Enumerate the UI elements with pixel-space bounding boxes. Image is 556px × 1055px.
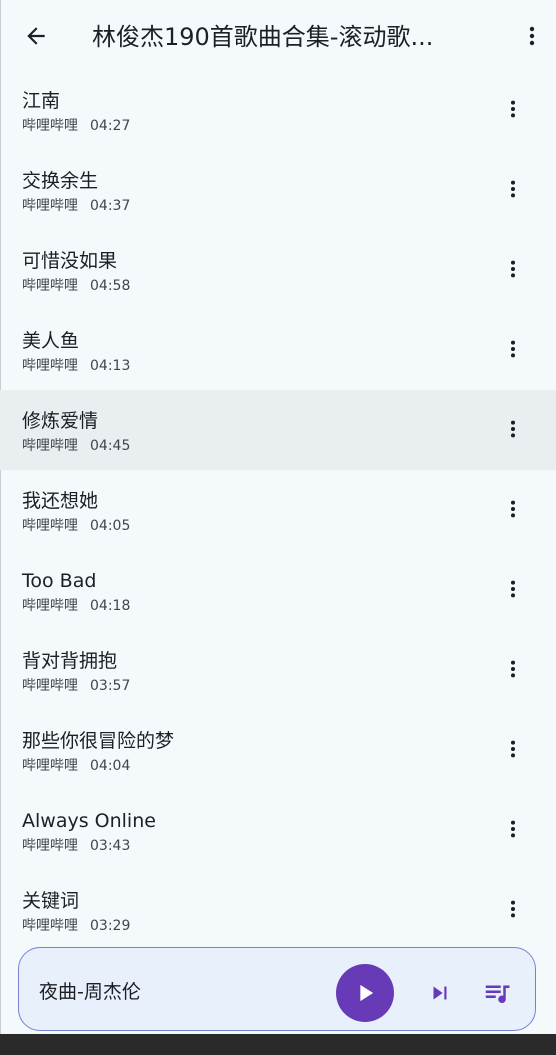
back-button[interactable] bbox=[16, 16, 56, 56]
system-navigation-bar bbox=[0, 1034, 556, 1055]
song-list-item[interactable]: 我还想她哔哩哔哩 04:05 bbox=[0, 470, 556, 550]
more-vert-icon bbox=[510, 500, 516, 518]
play-button[interactable] bbox=[336, 964, 394, 1022]
song-meta: 哔哩哔哩 04:05 bbox=[22, 517, 130, 535]
song-title: Too Bad bbox=[22, 570, 97, 592]
song-title: 那些你很冒险的梦 bbox=[22, 730, 175, 752]
song-list-item[interactable]: 美人鱼哔哩哔哩 04:13 bbox=[0, 310, 556, 390]
song-list-item[interactable]: 修炼爱情哔哩哔哩 04:45 bbox=[0, 390, 556, 470]
song-title: 关键词 bbox=[22, 890, 80, 912]
song-more-button[interactable] bbox=[496, 172, 530, 206]
song-artist: 哔哩哔哩 bbox=[22, 918, 78, 934]
queue-button[interactable] bbox=[479, 976, 515, 1010]
song-list-item[interactable]: 那些你很冒险的梦哔哩哔哩 04:04 bbox=[0, 710, 556, 790]
song-artist: 哔哩哔哩 bbox=[22, 438, 78, 454]
queue-music-icon bbox=[485, 985, 510, 1004]
song-meta: 哔哩哔哩 03:29 bbox=[22, 917, 130, 935]
skip-next-button[interactable] bbox=[423, 976, 457, 1010]
song-duration: 04:58 bbox=[90, 278, 131, 294]
song-more-button[interactable] bbox=[496, 492, 530, 526]
song-duration: 04:37 bbox=[90, 198, 131, 214]
song-list-item[interactable]: 江南哔哩哔哩 04:27 bbox=[0, 70, 556, 150]
song-more-button[interactable] bbox=[496, 652, 530, 686]
song-meta: 哔哩哔哩 04:27 bbox=[22, 117, 130, 135]
song-artist: 哔哩哔哩 bbox=[22, 598, 78, 614]
now-playing-title: 夜曲-周杰伦 bbox=[39, 981, 141, 1003]
song-duration: 03:43 bbox=[90, 838, 131, 854]
play-icon bbox=[360, 984, 374, 1002]
song-meta: 哔哩哔哩 04:45 bbox=[22, 437, 130, 455]
more-vert-icon bbox=[510, 660, 516, 678]
song-artist: 哔哩哔哩 bbox=[22, 758, 78, 774]
song-list-item[interactable]: 交换余生哔哩哔哩 04:37 bbox=[0, 150, 556, 230]
song-more-button[interactable] bbox=[496, 92, 530, 126]
app-bar: 林俊杰190首歌曲合集-滚动歌... bbox=[0, 0, 556, 68]
song-list-item[interactable]: Too Bad 哔哩哔哩 04:18 bbox=[0, 550, 556, 630]
song-list-item[interactable]: 可惜没如果哔哩哔哩 04:58 bbox=[0, 230, 556, 310]
song-duration: 04:13 bbox=[90, 358, 131, 374]
more-vert-icon bbox=[510, 420, 516, 438]
song-duration: 04:05 bbox=[90, 518, 131, 534]
more-vert-icon bbox=[510, 580, 516, 598]
skip-next-icon bbox=[433, 986, 447, 1000]
more-vert-icon bbox=[510, 740, 516, 758]
song-title: 美人鱼 bbox=[22, 330, 80, 352]
song-title: Always Online bbox=[22, 810, 156, 832]
song-artist: 哔哩哔哩 bbox=[22, 118, 78, 134]
more-vert-icon bbox=[510, 900, 516, 918]
song-meta: 哔哩哔哩 04:04 bbox=[22, 757, 130, 775]
song-more-button[interactable] bbox=[496, 572, 530, 606]
more-vert-icon bbox=[510, 100, 516, 118]
page-title: 林俊杰190首歌曲合集-滚动歌... bbox=[92, 23, 434, 51]
song-title: 我还想她 bbox=[22, 490, 99, 512]
song-meta: 哔哩哔哩 04:58 bbox=[22, 277, 130, 295]
song-artist: 哔哩哔哩 bbox=[22, 198, 78, 214]
arrow-left-icon bbox=[27, 27, 45, 45]
more-vert-icon bbox=[510, 260, 516, 278]
song-duration: 03:57 bbox=[90, 678, 131, 694]
song-more-button[interactable] bbox=[496, 892, 530, 926]
song-duration: 03:29 bbox=[90, 918, 131, 934]
song-list-item[interactable]: Always Online 哔哩哔哩 03:43 bbox=[0, 790, 556, 870]
song-artist: 哔哩哔哩 bbox=[22, 838, 78, 854]
song-artist: 哔哩哔哩 bbox=[22, 278, 78, 294]
song-artist: 哔哩哔哩 bbox=[22, 518, 78, 534]
song-meta: 哔哩哔哩 03:43 bbox=[22, 837, 130, 855]
mini-player[interactable]: 夜曲-周杰伦 bbox=[18, 947, 536, 1031]
song-duration: 04:27 bbox=[90, 118, 131, 134]
song-title: 江南 bbox=[22, 90, 61, 112]
song-more-button[interactable] bbox=[496, 332, 530, 366]
song-artist: 哔哩哔哩 bbox=[22, 358, 78, 374]
song-duration: 04:04 bbox=[90, 758, 131, 774]
more-options-button[interactable] bbox=[514, 18, 550, 54]
song-title: 修炼爱情 bbox=[22, 410, 99, 432]
more-vert-icon bbox=[510, 820, 516, 838]
song-more-button[interactable] bbox=[496, 732, 530, 766]
app-screen: 林俊杰190首歌曲合集-滚动歌... 江南 哔哩哔哩 04:27 交换余生 哔哩哔哩 04… bbox=[0, 0, 556, 1034]
song-more-button[interactable] bbox=[496, 412, 530, 446]
song-title: 背对背拥抱 bbox=[22, 650, 118, 672]
song-meta: 哔哩哔哩 04:37 bbox=[22, 197, 130, 215]
song-list: 江南 哔哩哔哩 04:27 交换余生 哔哩哔哩 04:37 可惜没如果 哔哩哔哩 04:58 美人… bbox=[0, 70, 556, 950]
song-meta: 哔哩哔哩 04:18 bbox=[22, 597, 130, 615]
song-more-button[interactable] bbox=[496, 812, 530, 846]
song-artist: 哔哩哔哩 bbox=[22, 678, 78, 694]
song-duration: 04:18 bbox=[90, 598, 131, 614]
song-title: 交换余生 bbox=[22, 170, 99, 192]
song-duration: 04:45 bbox=[90, 438, 131, 454]
more-vert-icon bbox=[529, 26, 535, 46]
more-vert-icon bbox=[510, 180, 516, 198]
song-meta: 哔哩哔哩 04:13 bbox=[22, 357, 130, 375]
song-list-item[interactable]: 关键词哔哩哔哩 03:29 bbox=[0, 870, 556, 950]
more-vert-icon bbox=[510, 340, 516, 358]
song-title: 可惜没如果 bbox=[22, 250, 118, 272]
song-list-item[interactable]: 背对背拥抱哔哩哔哩 03:57 bbox=[0, 630, 556, 710]
song-meta: 哔哩哔哩 03:57 bbox=[22, 677, 130, 695]
song-more-button[interactable] bbox=[496, 252, 530, 286]
